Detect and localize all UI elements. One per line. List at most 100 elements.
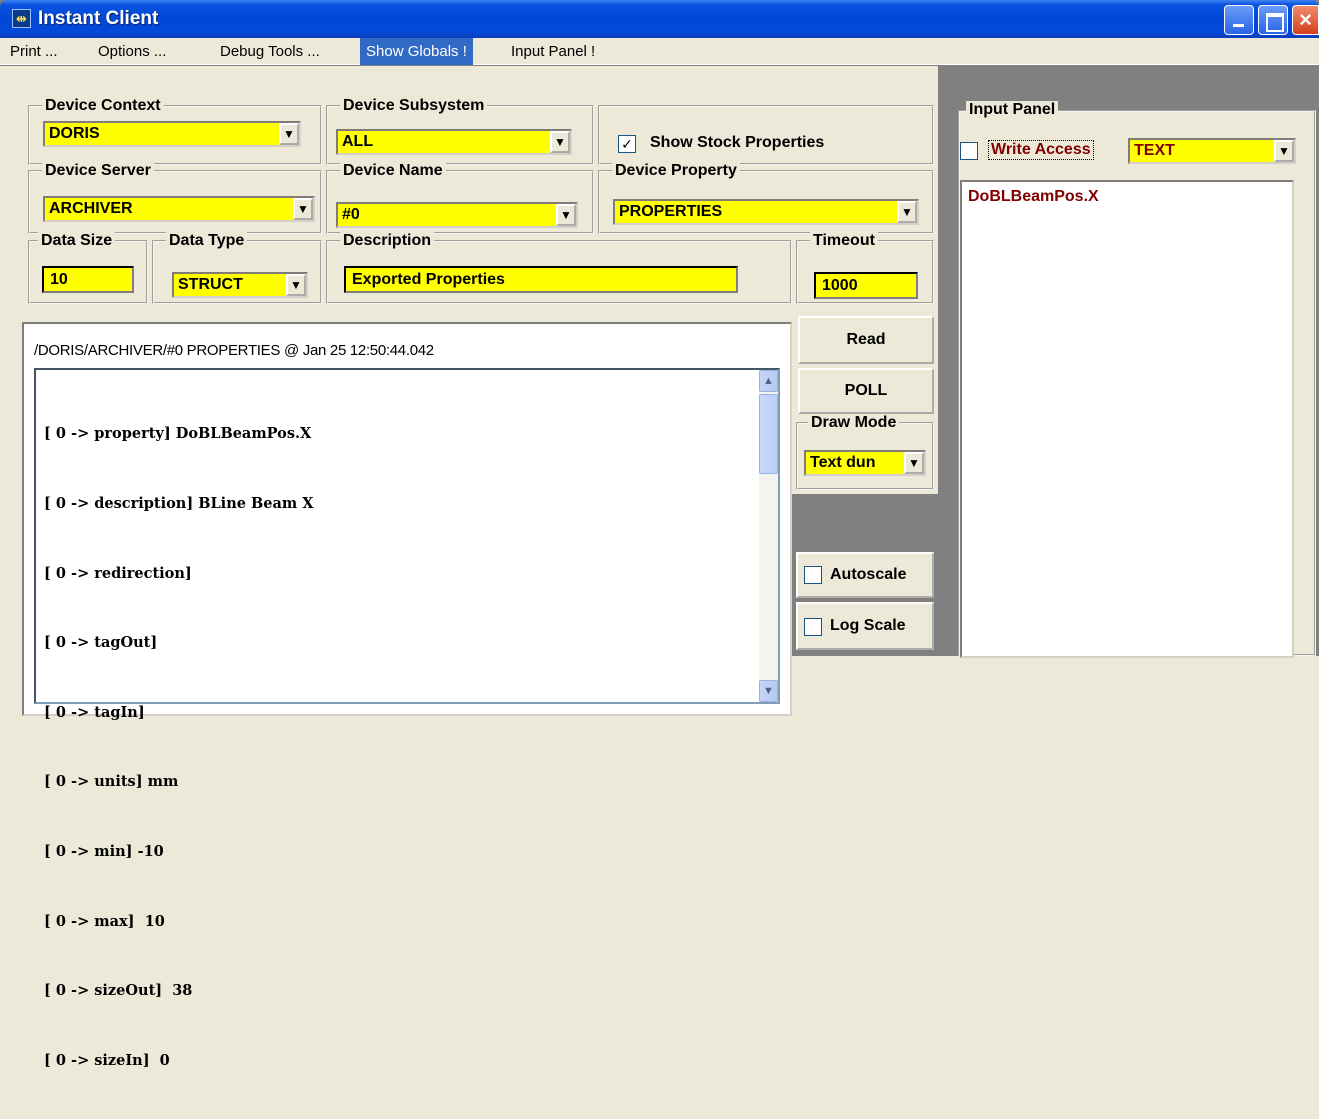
timeout-group: Timeout 1000 — [796, 232, 934, 304]
chevron-down-icon[interactable]: ▼ — [897, 201, 917, 223]
device-server-combo[interactable]: ARCHIVER ▼ — [43, 196, 315, 222]
menu-print[interactable]: Print ... — [4, 38, 64, 65]
data-type-value: STRUCT — [178, 276, 243, 293]
output-line: [ 0 -> units] mm — [44, 773, 179, 791]
data-size-value: 10 — [50, 271, 68, 288]
data-size-group: Data Size 10 — [28, 232, 148, 304]
device-context-group: Device Context DORIS ▼ — [28, 97, 322, 165]
description-label: Description — [340, 232, 435, 250]
data-size-label: Data Size — [38, 232, 116, 250]
write-access-label[interactable]: Write Access — [988, 140, 1094, 160]
description-field[interactable]: Exported Properties — [344, 266, 738, 293]
output-line: [ 0 -> property] DoBLBeamPos.X — [44, 425, 312, 443]
app-window: ⇹ Instant Client × Print ... Options ...… — [0, 0, 1319, 1069]
output-line: [ 0 -> description] BLine Beam X — [44, 495, 314, 513]
device-name-value: #0 — [342, 206, 360, 223]
device-subsystem-group: Device Subsystem ALL ▼ — [326, 97, 594, 165]
output-line: [ 0 -> min] -10 — [44, 843, 164, 861]
input-format-value: TEXT — [1134, 142, 1175, 159]
device-subsystem-value: ALL — [342, 133, 374, 150]
draw-mode-group: Draw Mode Text dun ▼ — [796, 414, 934, 490]
output-line: [ 0 -> max] 10 — [44, 912, 165, 930]
scroll-up-icon[interactable]: ▲ — [759, 370, 778, 392]
timeout-label: Timeout — [810, 232, 878, 250]
data-type-combo[interactable]: STRUCT ▼ — [172, 272, 308, 298]
minimize-button[interactable] — [1224, 5, 1254, 35]
menu-options[interactable]: Options ... — [92, 38, 172, 65]
data-type-label: Data Type — [166, 232, 248, 250]
menu-input-panel[interactable]: Input Panel ! — [505, 38, 601, 65]
device-property-value: PROPERTIES — [619, 203, 723, 220]
output-line: [ 0 -> tagOut] — [44, 634, 158, 652]
main-panel: Device Context DORIS ▼ Device Subsystem … — [0, 66, 938, 1069]
device-subsystem-combo[interactable]: ALL ▼ — [336, 129, 572, 155]
vertical-scrollbar[interactable]: ▲ ▼ — [759, 370, 778, 702]
draw-mode-value: Text dun — [810, 454, 876, 471]
log-scale-box[interactable]: Log Scale — [796, 602, 934, 650]
device-name-combo[interactable]: #0 ▼ — [336, 202, 578, 228]
description-group: Description Exported Properties — [326, 232, 792, 304]
chevron-down-icon[interactable]: ▼ — [550, 131, 570, 153]
device-server-group: Device Server ARCHIVER ▼ — [28, 162, 322, 234]
write-access-checkbox[interactable] — [960, 142, 978, 160]
show-stock-checkbox[interactable]: ✓ — [618, 135, 636, 153]
device-server-value: ARCHIVER — [49, 200, 133, 217]
device-name-group: Device Name #0 ▼ — [326, 162, 594, 234]
show-stock-label: Show Stock Properties — [650, 134, 825, 151]
chevron-down-icon[interactable]: ▼ — [293, 198, 313, 220]
chevron-down-icon[interactable]: ▼ — [904, 452, 924, 474]
input-text-area[interactable]: DoBLBeamPos.X — [960, 180, 1294, 658]
device-server-label: Device Server — [42, 162, 154, 180]
data-size-field[interactable]: 10 — [42, 266, 134, 293]
output-line: [ 0 -> sizeOut] 38 — [44, 982, 193, 1000]
draw-mode-label: Draw Mode — [808, 414, 900, 432]
device-property-combo[interactable]: PROPERTIES ▼ — [613, 199, 919, 225]
window-title: Instant Client — [38, 8, 159, 29]
timeout-value: 1000 — [822, 277, 858, 294]
input-text-value: DoBLBeamPos.X — [968, 188, 1099, 205]
stock-properties-group: ✓ Show Stock Properties — [598, 105, 934, 165]
autoscale-checkbox[interactable] — [804, 566, 822, 584]
device-context-combo[interactable]: DORIS ▼ — [43, 121, 301, 147]
autoscale-box[interactable]: Autoscale — [796, 552, 934, 598]
device-context-label: Device Context — [42, 97, 164, 115]
menu-debug-tools[interactable]: Debug Tools ... — [214, 38, 326, 65]
output-line: [ 0 -> redirection] — [44, 564, 192, 582]
input-format-combo[interactable]: TEXT ▼ — [1128, 138, 1296, 164]
device-property-group: Device Property PROPERTIES ▼ — [598, 162, 934, 234]
device-subsystem-label: Device Subsystem — [340, 97, 488, 115]
autoscale-label: Autoscale — [830, 566, 907, 583]
close-button[interactable]: × — [1292, 5, 1319, 35]
input-panel-area: Input Panel Write Access TEXT ▼ DoBLBeam… — [938, 66, 1319, 658]
chevron-down-icon[interactable]: ▼ — [286, 274, 306, 296]
input-panel-group: Input Panel Write Access TEXT ▼ DoBLBeam… — [958, 101, 1316, 658]
device-name-label: Device Name — [340, 162, 446, 180]
device-context-value: DORIS — [49, 125, 100, 142]
output-lines: [ 0 -> property] DoBLBeamPos.X [ 0 -> de… — [44, 376, 314, 1119]
read-button[interactable]: Read — [798, 316, 934, 364]
output-textarea[interactable]: [ 0 -> property] DoBLBeamPos.X [ 0 -> de… — [34, 368, 780, 1069]
data-type-group: Data Type STRUCT ▼ — [152, 232, 322, 304]
output-panel: /DORIS/ARCHIVER/#0 PROPERTIES @ Jan 25 1… — [22, 322, 792, 1069]
log-scale-checkbox[interactable] — [804, 618, 822, 636]
menu-bar: Print ... Options ... Debug Tools ... Sh… — [0, 38, 1319, 65]
input-panel-label: Input Panel — [966, 101, 1059, 119]
log-scale-label: Log Scale — [830, 617, 906, 634]
maximize-button[interactable] — [1258, 5, 1288, 35]
device-property-label: Device Property — [612, 162, 740, 180]
chevron-down-icon[interactable]: ▼ — [279, 123, 299, 145]
draw-mode-combo[interactable]: Text dun ▼ — [804, 450, 926, 476]
menu-show-globals[interactable]: Show Globals ! — [360, 38, 473, 65]
app-icon: ⇹ — [12, 9, 31, 28]
scroll-thumb[interactable] — [759, 394, 778, 474]
poll-button[interactable]: POLL — [798, 368, 934, 414]
output-line: [ 0 -> tagIn] — [44, 703, 145, 721]
output-line: [ 0 -> sizeIn] 0 — [44, 1051, 170, 1069]
chevron-down-icon[interactable]: ▼ — [1274, 140, 1294, 162]
timeout-field[interactable]: 1000 — [814, 272, 918, 299]
title-bar[interactable]: ⇹ Instant Client × — [0, 0, 1319, 38]
chevron-down-icon[interactable]: ▼ — [556, 204, 576, 226]
output-header: /DORIS/ARCHIVER/#0 PROPERTIES @ Jan 25 1… — [34, 342, 434, 359]
scroll-down-icon[interactable]: ▼ — [759, 680, 778, 702]
description-value: Exported Properties — [352, 271, 505, 288]
